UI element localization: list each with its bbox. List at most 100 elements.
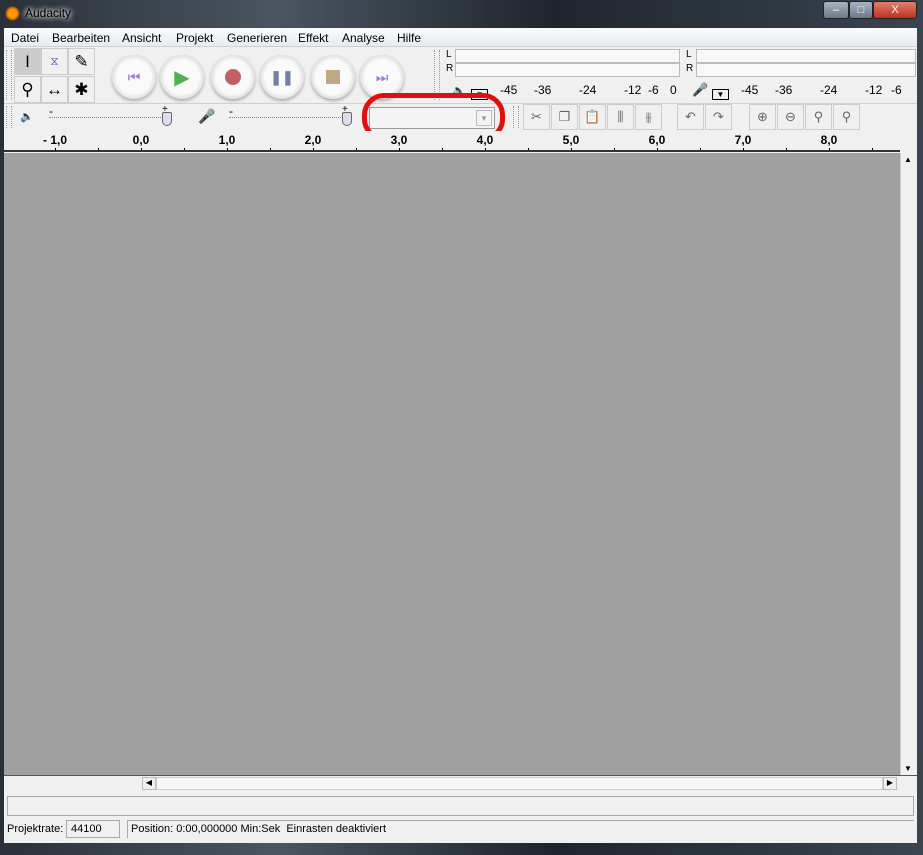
menu-hilfe[interactable]: Hilfe xyxy=(397,31,421,45)
ruler-tick xyxy=(184,148,185,150)
selection-tool[interactable]: I xyxy=(14,48,41,75)
ruler-tick xyxy=(356,148,357,150)
ruler-tick xyxy=(872,148,873,150)
input-scale-tick: -6 xyxy=(891,83,902,97)
menu-generieren[interactable]: Generieren xyxy=(227,31,287,45)
ruler-label: - 1,0 xyxy=(42,133,68,147)
ruler-tick xyxy=(55,148,56,151)
zoom-sel-icon: ⚲ xyxy=(813,109,824,124)
record-button[interactable] xyxy=(211,55,255,99)
redo-button[interactable]: ↷ xyxy=(705,104,732,130)
position-readout: Position: 0:00,000000 Min:Sek xyxy=(131,823,281,835)
menu-effekt[interactable]: Effekt xyxy=(298,31,328,45)
record-icon xyxy=(225,69,241,85)
output-scale-tick: -36 xyxy=(534,83,552,97)
ruler-label: 8,0 xyxy=(820,133,838,147)
multi-tool[interactable]: ✱ xyxy=(68,76,95,103)
scroll-up-icon[interactable]: ▲ xyxy=(904,155,912,164)
undo-button[interactable]: ↶ xyxy=(677,104,704,130)
output-volume-min: - xyxy=(49,104,53,118)
project-rate-combo[interactable]: 44100 xyxy=(66,820,120,838)
output-scale-tick: -6 xyxy=(648,83,659,97)
skip-to-start-button[interactable]: ⏮ xyxy=(112,55,156,99)
minimize-button[interactable]: – xyxy=(823,1,849,19)
edit-grip[interactable] xyxy=(513,106,519,128)
skip-start-icon: ⏮ xyxy=(127,68,141,85)
mixer-grip[interactable] xyxy=(6,106,12,128)
fit-project-button[interactable]: ⚲ xyxy=(833,104,860,130)
scroll-left-icon[interactable]: ◀ xyxy=(142,777,156,790)
ruler-tick xyxy=(98,148,99,150)
zoom-out-button[interactable]: ⊖ xyxy=(777,104,804,130)
ruler-tick xyxy=(485,148,486,151)
zoom-fit-icon: ⚲ xyxy=(841,109,852,124)
close-button[interactable]: X xyxy=(873,1,917,19)
menu-ansicht[interactable]: Ansicht xyxy=(122,31,161,45)
input-volume-thumb[interactable] xyxy=(342,112,352,126)
pencil-icon: ✎ xyxy=(74,51,89,71)
microphone-icon: 🎤 xyxy=(692,82,709,97)
menu-bar: Datei Bearbeiten Ansicht Projekt Generie… xyxy=(4,28,917,47)
paste-button[interactable]: 📋 xyxy=(579,104,606,130)
track-area[interactable] xyxy=(4,153,900,775)
cut-button[interactable]: ✂ xyxy=(523,104,550,130)
output-scale-tick: 0 xyxy=(670,83,677,97)
scroll-down-icon[interactable]: ▼ xyxy=(904,764,912,773)
scroll-right-icon[interactable]: ▶ xyxy=(883,777,897,790)
ruler-label: 0,0 xyxy=(132,133,150,147)
stop-button[interactable] xyxy=(311,55,355,99)
horizontal-scrollbar[interactable]: ◀ ▶ xyxy=(4,775,917,791)
maximize-button[interactable]: □ xyxy=(849,1,873,19)
skip-end-icon: ⏭ xyxy=(375,68,389,85)
status-message-bar xyxy=(7,796,914,816)
window-title: Audacity xyxy=(25,6,72,20)
silence-button[interactable]: ⫵ xyxy=(635,104,662,130)
input-l-label: L xyxy=(686,49,692,60)
double-arrow-icon: ↔ xyxy=(46,79,63,99)
vertical-scrollbar[interactable]: ▲ ▼ xyxy=(900,153,917,775)
envelope-tool[interactable]: ⧖ xyxy=(41,48,68,75)
input-r-label: R xyxy=(686,63,694,74)
ruler-tick xyxy=(313,148,314,151)
stop-icon xyxy=(326,70,340,84)
ruler-tick xyxy=(743,148,744,151)
input-meter-right xyxy=(696,63,916,77)
scroll-thumb[interactable] xyxy=(156,777,883,790)
ruler-tick xyxy=(829,148,830,151)
input-volume-min: - xyxy=(229,104,233,118)
fit-selection-button[interactable]: ⚲ xyxy=(805,104,832,130)
draw-tool[interactable]: ✎ xyxy=(68,48,95,75)
output-volume-thumb[interactable] xyxy=(162,112,172,126)
menu-analyse[interactable]: Analyse xyxy=(342,31,385,45)
speaker-icon: 🔈 xyxy=(20,111,34,123)
trim-button[interactable]: ⫼ xyxy=(607,104,634,130)
input-scale-tick: -12 xyxy=(865,83,883,97)
undo-icon: ↶ xyxy=(685,109,696,124)
copy-icon: ❐ xyxy=(558,109,571,124)
output-scale-tick: -45 xyxy=(500,83,518,97)
toolbar-grip[interactable] xyxy=(6,50,12,100)
menu-projekt[interactable]: Projekt xyxy=(176,31,213,45)
timeshift-tool[interactable]: ↔ xyxy=(41,76,68,103)
input-scale-tick: -45 xyxy=(741,83,759,97)
paste-icon: 📋 xyxy=(584,109,601,124)
ruler-tick xyxy=(528,148,529,150)
zoom-in-button[interactable]: ⊕ xyxy=(749,104,776,130)
ruler-label: 1,0 xyxy=(218,133,236,147)
project-rate-label: Projektrate: xyxy=(7,823,64,835)
copy-button[interactable]: ❐ xyxy=(551,104,578,130)
zoom-tool[interactable]: ⚲ xyxy=(14,76,41,103)
microphone-icon: 🎤 xyxy=(198,108,216,124)
output-volume-slider[interactable] xyxy=(49,117,167,118)
menu-bearbeiten[interactable]: Bearbeiten xyxy=(52,31,110,45)
zoom-out-icon: ⊖ xyxy=(785,109,796,124)
ruler-corner xyxy=(900,131,917,152)
magnifier-icon: ⚲ xyxy=(21,79,34,99)
menu-datei[interactable]: Datei xyxy=(11,31,39,45)
input-volume-slider[interactable] xyxy=(229,117,347,118)
input-meter-menu-icon[interactable]: ▼ xyxy=(712,89,729,100)
pause-button[interactable]: ❚❚ xyxy=(260,55,304,99)
pause-icon: ❚❚ xyxy=(270,68,294,85)
play-button[interactable]: ▶ xyxy=(160,55,204,99)
ruler-tick xyxy=(399,148,400,151)
